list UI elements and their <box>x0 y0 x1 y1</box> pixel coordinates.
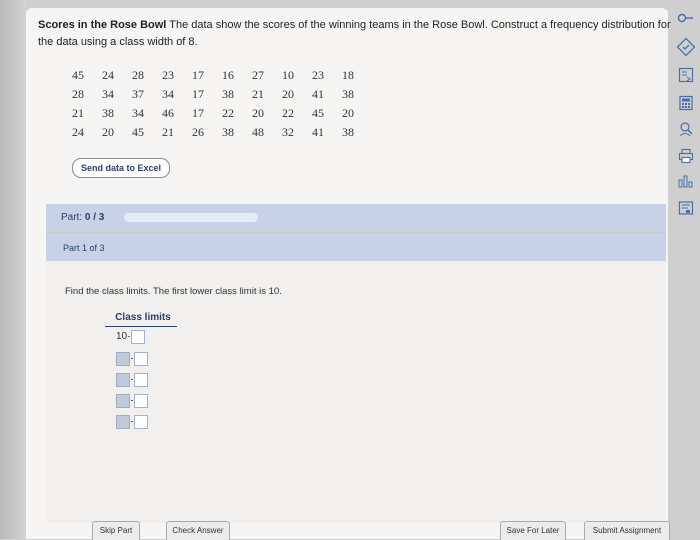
data-cell: 20 <box>342 106 354 120</box>
class-row-1: 10 <box>116 329 146 344</box>
data-cell: 38 <box>222 125 234 139</box>
problem-statement: Scores in the Rose Bowl The data show th… <box>38 17 678 51</box>
data-row: 24 20 45 21 26 38 48 32 41 38 <box>63 123 363 142</box>
lower-limit-input-3[interactable] <box>116 372 130 387</box>
left-margin <box>0 0 26 539</box>
chart-icon[interactable] <box>677 172 695 190</box>
instruction-text: Find the class limits. The first lower c… <box>65 286 282 297</box>
range-dash <box>131 400 133 401</box>
class-row-4 <box>116 393 148 408</box>
data-cell: 24 <box>72 125 84 139</box>
lower-limit-input-2[interactable] <box>116 351 130 366</box>
data-cell: 38 <box>102 106 114 120</box>
data-cell: 16 <box>222 68 234 82</box>
data-row: 45 24 28 23 17 16 27 10 23 18 <box>63 66 363 85</box>
range-dash <box>131 358 133 359</box>
data-cell: 28 <box>132 68 144 82</box>
data-cell: 45 <box>72 68 84 82</box>
part-count: 0 / 3 <box>84 212 105 223</box>
range-dash <box>128 336 131 337</box>
printer-icon[interactable] <box>677 147 695 165</box>
data-cell: 34 <box>132 106 144 120</box>
data-cell: 24 <box>102 68 114 82</box>
data-cell: 17 <box>192 68 204 82</box>
data-cell: 41 <box>312 87 324 101</box>
data-cell: 20 <box>252 106 264 120</box>
data-table: 45 24 28 23 17 16 27 10 23 18 28 34 37 34 17 38 21 20 41 38… <box>63 66 363 142</box>
data-cell: 21 <box>162 125 174 139</box>
data-cell: 21 <box>252 87 264 101</box>
data-cell: 21 <box>72 106 84 120</box>
range-dash <box>131 421 133 422</box>
part-progress-bar: Part: 0 / 3 <box>46 204 666 232</box>
data-cell: 28 <box>72 87 84 101</box>
upper-limit-input-5[interactable] <box>134 414 148 429</box>
data-cell: 10 <box>282 68 294 82</box>
class-row-5 <box>116 414 148 429</box>
calculator-icon[interactable] <box>677 94 695 112</box>
data-cell: 26 <box>192 125 204 139</box>
data-cell: 38 <box>222 87 234 101</box>
part-progress-label: Part: 0 / 3 <box>61 212 104 223</box>
upper-limit-input-3[interactable] <box>134 372 148 387</box>
send-to-excel-button[interactable]: Send data to Excel <box>72 158 171 178</box>
check-answer-button[interactable]: Check Answer <box>166 521 230 540</box>
part1-card: Part 1 of 3 Find the class limits. The f… <box>46 232 666 523</box>
data-cell: 17 <box>192 106 204 120</box>
class-row-2 <box>116 351 148 366</box>
data-row: 21 38 34 46 17 22 20 22 45 20 <box>63 104 363 123</box>
data-cell: 34 <box>102 87 114 101</box>
search-person-icon[interactable] <box>677 120 695 138</box>
lower-limit-input-4[interactable] <box>116 393 130 408</box>
export-icon[interactable] <box>677 66 695 84</box>
data-row: 28 34 37 34 17 38 21 20 41 38 <box>63 85 363 104</box>
problem-title: Scores in the Rose Bowl <box>38 19 167 31</box>
submit-assignment-button[interactable]: Submit Assignment <box>584 521 670 540</box>
part-label-text: Part: <box>61 212 83 223</box>
class-limits-rule <box>105 326 177 327</box>
data-cell: 46 <box>162 106 174 120</box>
key-icon[interactable] <box>677 9 695 27</box>
data-cell: 23 <box>312 68 324 82</box>
data-cell: 45 <box>132 125 144 139</box>
skip-part-button[interactable]: Skip Part <box>92 521 140 540</box>
data-cell: 17 <box>192 87 204 101</box>
class-row-3 <box>116 372 148 387</box>
data-cell: 22 <box>282 106 294 120</box>
upper-limit-input-2[interactable] <box>134 351 148 366</box>
data-cell: 23 <box>162 68 174 82</box>
data-cell: 34 <box>162 87 174 101</box>
data-cell: 45 <box>312 106 324 120</box>
upper-limit-input-4[interactable] <box>134 393 148 408</box>
data-cell: 20 <box>282 87 294 101</box>
class-limits-header: Class limits <box>115 312 171 323</box>
data-cell: 38 <box>342 125 354 139</box>
progress-track <box>124 213 258 222</box>
checkmark-icon[interactable] <box>677 38 695 56</box>
part1-label: Part 1 of 3 <box>63 243 105 253</box>
upper-limit-input-1[interactable] <box>131 329 146 344</box>
tutorial-icon[interactable] <box>677 199 695 217</box>
question-panel: Scores in the Rose Bowl The data show th… <box>26 8 671 539</box>
part1-header: Part 1 of 3 <box>46 233 666 261</box>
first-lower-limit: 10 <box>116 331 128 342</box>
data-cell: 41 <box>312 125 324 139</box>
data-cell: 18 <box>342 68 354 82</box>
data-cell: 20 <box>102 125 114 139</box>
lower-limit-input-5[interactable] <box>116 414 130 429</box>
range-dash <box>131 379 133 380</box>
data-cell: 27 <box>252 68 264 82</box>
data-cell: 32 <box>282 125 294 139</box>
data-cell: 38 <box>342 87 354 101</box>
data-cell: 37 <box>132 87 144 101</box>
data-cell: 48 <box>252 125 264 139</box>
right-toolbar <box>672 0 700 539</box>
data-cell: 22 <box>222 106 234 120</box>
save-for-later-button[interactable]: Save For Later <box>500 521 566 540</box>
